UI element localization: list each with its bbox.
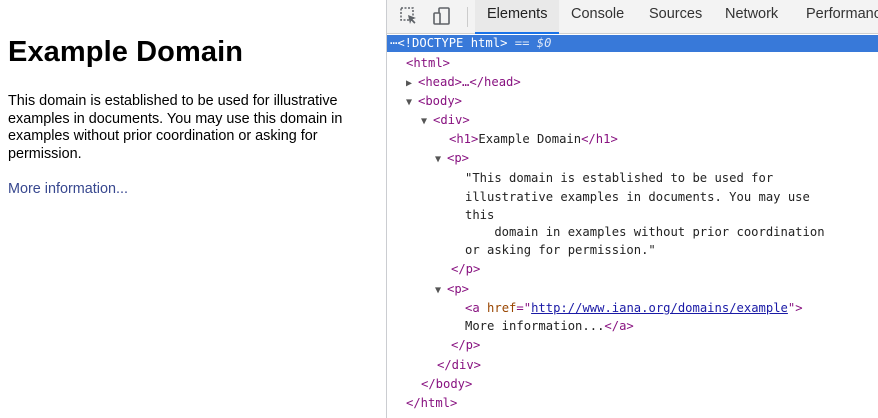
tab-console[interactable]: Console	[571, 0, 624, 33]
tab-performance[interactable]: Performanc	[806, 0, 878, 33]
p-open-tag: <p>	[447, 151, 470, 165]
html-open-tag: <html>	[406, 56, 451, 70]
p-close-tag: </p>	[451, 262, 481, 276]
dom-node-h1[interactable]: <h1>Example Domain</h1>	[449, 130, 618, 149]
devtools-toolbar: Elements Console Sources Network Perform…	[387, 0, 878, 34]
h1-text: Example Domain	[478, 132, 582, 146]
a-open-tag: <a	[465, 301, 480, 315]
p1-text-line: or asking for permission."	[465, 243, 656, 257]
collapse-triangle-icon[interactable]: ▼	[435, 281, 447, 300]
dom-node-doctype[interactable]: ⋯<!DOCTYPE html> == $0	[387, 35, 878, 52]
body-close-tag: </body>	[421, 377, 473, 391]
dom-node-html-close[interactable]: </html>	[406, 394, 457, 413]
dom-node-body[interactable]: ▼ <body>	[406, 92, 462, 111]
p-open-tag: <p>	[447, 282, 470, 296]
href-attribute-value-link[interactable]: http://www.iana.org/domains/example	[531, 301, 788, 315]
toolbar-separator	[467, 7, 468, 27]
dom-node-html[interactable]: <html>	[406, 54, 450, 73]
tab-network[interactable]: Network	[725, 0, 778, 33]
dom-node-body-close[interactable]: </body>	[421, 375, 472, 394]
dom-node-p2-close[interactable]: </p>	[451, 336, 480, 355]
p1-text-line: illustrative examples in documents. You …	[465, 190, 810, 204]
p1-text-line: "This domain is established to be used f…	[465, 171, 774, 185]
a-close-tag: </a>	[604, 319, 634, 333]
html-close-tag: </html>	[406, 396, 458, 410]
h1-close-tag: </h1>	[581, 132, 618, 146]
dom-node-div[interactable]: ▼ <div>	[421, 111, 470, 130]
devtools-panel: Elements Console Sources Network Perform…	[386, 0, 878, 418]
href-attribute-name: href	[487, 301, 517, 315]
collapse-triangle-icon[interactable]: ▼	[435, 150, 447, 169]
tab-elements[interactable]: Elements	[475, 0, 560, 34]
collapse-triangle-icon[interactable]: ▼	[406, 93, 418, 112]
dom-node-a-text[interactable]: More information...</a>	[465, 317, 634, 336]
inspect-element-icon[interactable]	[399, 6, 419, 26]
tab-sources[interactable]: Sources	[649, 0, 702, 33]
div-open-tag: <div>	[433, 113, 470, 127]
device-toolbar-icon[interactable]	[432, 6, 452, 26]
dom-node-p1[interactable]: ▼ <p>	[435, 149, 469, 168]
dom-node-div-close[interactable]: </div>	[437, 356, 481, 375]
page-heading: Example Domain	[8, 36, 244, 68]
body-open-tag: <body>	[418, 94, 463, 108]
selected-marker: == $0	[514, 36, 552, 50]
div-close-tag: </div>	[437, 358, 482, 372]
dom-node-head[interactable]: ▶ <head>…</head>	[406, 73, 521, 92]
doctype-text: <!DOCTYPE html>	[397, 36, 508, 50]
h1-open-tag: <h1>	[449, 132, 479, 146]
p-close-tag: </p>	[451, 338, 481, 352]
dom-node-p2[interactable]: ▼ <p>	[435, 280, 469, 299]
dom-node-p1-close[interactable]: </p>	[451, 260, 480, 279]
rendered-page: Example Domain This domain is establishe…	[0, 0, 386, 418]
page-paragraph: This domain is established to be used fo…	[8, 93, 343, 163]
dom-node-a[interactable]: <a href="http://www.iana.org/domains/exa…	[465, 299, 803, 318]
p1-text-line: domain in examples without prior coordin…	[465, 225, 825, 239]
collapse-triangle-icon[interactable]: ▼	[421, 112, 433, 131]
more-information-link[interactable]: More information...	[8, 181, 128, 197]
expand-triangle-icon[interactable]: ▶	[406, 74, 418, 93]
a-text: More information...	[465, 319, 605, 333]
head-collapsed-tag: <head>…</head>	[418, 75, 521, 89]
